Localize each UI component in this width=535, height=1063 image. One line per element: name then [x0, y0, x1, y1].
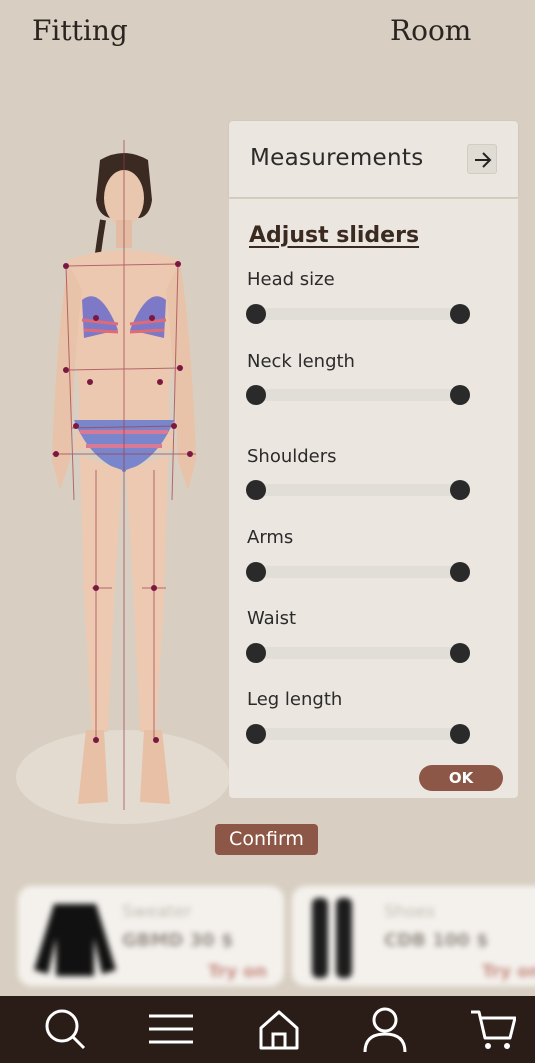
adjust-sliders-panel: Adjust sliders Head size Neck length Sho… [229, 199, 518, 798]
slider-knob-min[interactable] [246, 724, 266, 744]
ok-button[interactable]: OK [419, 765, 503, 791]
body-model-figure [52, 140, 196, 810]
confirm-button[interactable]: Confirm [215, 824, 318, 855]
slider-arms[interactable] [246, 562, 470, 582]
slider-label-waist: Waist [247, 608, 297, 629]
slider-knob-min[interactable] [246, 562, 266, 582]
slider-label-head-size: Head size [247, 269, 335, 290]
search-icon[interactable] [42, 1006, 88, 1052]
try-on-link[interactable]: Try on [482, 962, 535, 982]
slider-knob-max[interactable] [450, 480, 470, 500]
slider-shoulders[interactable] [246, 480, 470, 500]
slider-knob-max[interactable] [450, 562, 470, 582]
bottom-nav [0, 996, 535, 1063]
adjust-sliders-title: Adjust sliders [249, 223, 420, 248]
product-name: Shoes [384, 902, 436, 922]
slider-knob-max[interactable] [450, 385, 470, 405]
slider-knob-max[interactable] [450, 724, 470, 744]
product-card-sweater[interactable]: Sweater GBMD 30 $ Try on [18, 886, 284, 986]
product-carousel[interactable]: Sweater GBMD 30 $ Try on Shoes CDB 100 $… [0, 880, 535, 990]
slider-waist[interactable] [246, 643, 470, 663]
measurements-arrow-button[interactable] [467, 144, 497, 174]
shoes-image [312, 898, 352, 978]
slider-label-arms: Arms [247, 527, 294, 548]
profile-icon[interactable] [362, 1006, 408, 1052]
measurements-header[interactable]: Measurements [229, 121, 518, 197]
slider-knob-max[interactable] [450, 643, 470, 663]
slider-neck-length[interactable] [246, 385, 470, 405]
page-title-room: Room [390, 14, 472, 47]
measurements-label: Measurements [250, 145, 424, 171]
slider-leg-length[interactable] [246, 724, 470, 744]
slider-label-neck-length: Neck length [247, 351, 355, 372]
slider-label-shoulders: Shoulders [247, 446, 337, 467]
sweater-image [34, 904, 116, 976]
slider-label-leg-length: Leg length [247, 689, 343, 710]
product-card-shoes[interactable]: Shoes CDB 100 $ Try on [292, 886, 535, 986]
slider-head-size[interactable] [246, 304, 470, 324]
product-price: CDB 100 $ [384, 930, 489, 951]
page-title-fitting: Fitting [32, 14, 128, 47]
slider-knob-min[interactable] [246, 304, 266, 324]
try-on-link[interactable]: Try on [208, 962, 267, 982]
cart-icon[interactable] [470, 1006, 516, 1052]
product-price: GBMD 30 $ [122, 930, 234, 951]
slider-knob-max[interactable] [450, 304, 470, 324]
product-name: Sweater [122, 902, 192, 922]
slider-knob-min[interactable] [246, 385, 266, 405]
arrow-right-icon [475, 152, 492, 168]
slider-knob-min[interactable] [246, 643, 266, 663]
slider-knob-min[interactable] [246, 480, 266, 500]
home-icon[interactable] [256, 1006, 302, 1052]
menu-icon[interactable] [147, 1006, 193, 1052]
body-model-area [0, 120, 240, 840]
